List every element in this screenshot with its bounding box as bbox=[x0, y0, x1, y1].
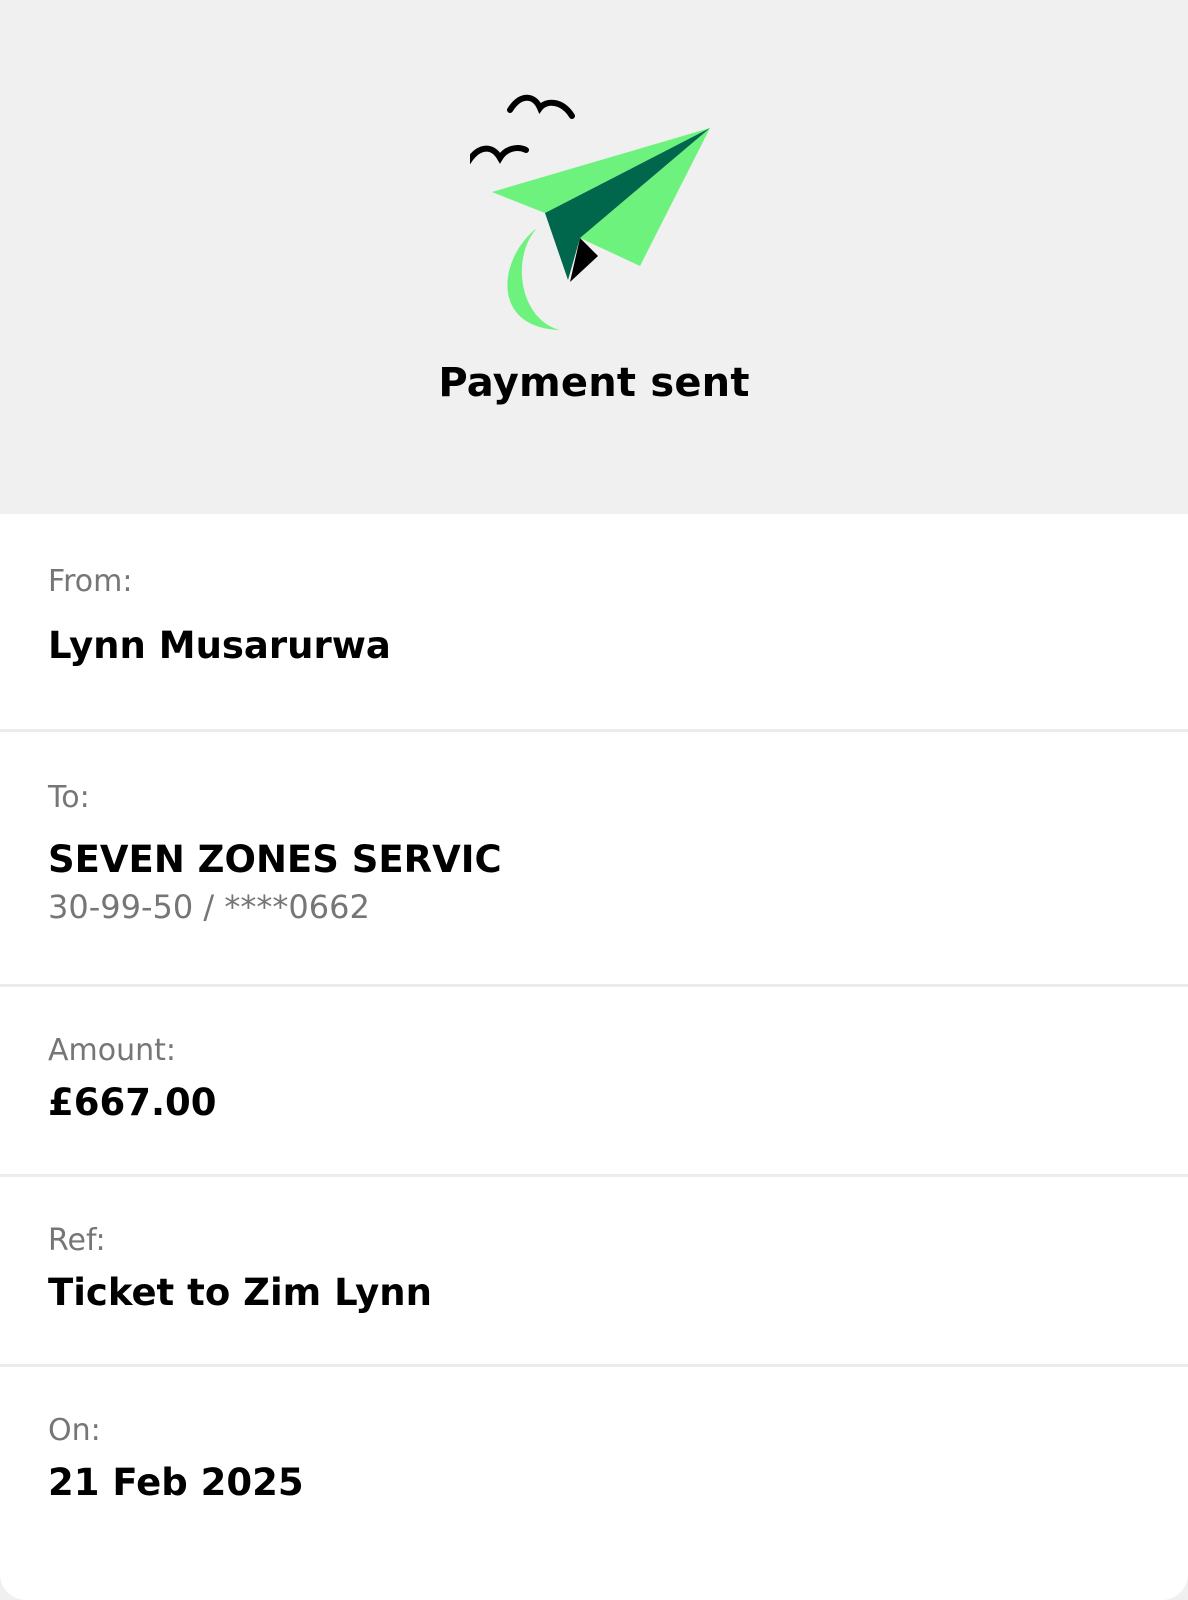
to-account-number: 30-99-50 / ****0662 bbox=[48, 888, 370, 926]
ref-value: Ticket to Zim Lynn bbox=[48, 1271, 432, 1314]
date-value: 21 Feb 2025 bbox=[48, 1461, 304, 1504]
date-label: On: bbox=[48, 1413, 101, 1448]
paper-plane-icon bbox=[470, 94, 710, 330]
date-row: On: 21 Feb 2025 bbox=[0, 1367, 1188, 1600]
to-value: SEVEN ZONES SERVIC bbox=[48, 838, 502, 881]
payment-confirmation-screen: Payment sent From: Lynn Musarurwa To: SE… bbox=[0, 0, 1188, 1600]
from-row: From: Lynn Musarurwa bbox=[0, 514, 1188, 732]
from-value: Lynn Musarurwa bbox=[48, 624, 391, 667]
confirmation-header: Payment sent bbox=[0, 0, 1188, 514]
amount-value: £667.00 bbox=[48, 1081, 217, 1124]
ref-label: Ref: bbox=[48, 1223, 106, 1258]
amount-label: Amount: bbox=[48, 1033, 176, 1068]
page-title: Payment sent bbox=[438, 360, 750, 406]
payment-details-card: From: Lynn Musarurwa To: SEVEN ZONES SER… bbox=[0, 514, 1188, 1600]
from-label: From: bbox=[48, 564, 133, 599]
ref-row: Ref: Ticket to Zim Lynn bbox=[0, 1177, 1188, 1367]
to-row: To: SEVEN ZONES SERVIC 30-99-50 / ****06… bbox=[0, 732, 1188, 987]
to-label: To: bbox=[48, 780, 90, 815]
amount-row: Amount: £667.00 bbox=[0, 987, 1188, 1177]
